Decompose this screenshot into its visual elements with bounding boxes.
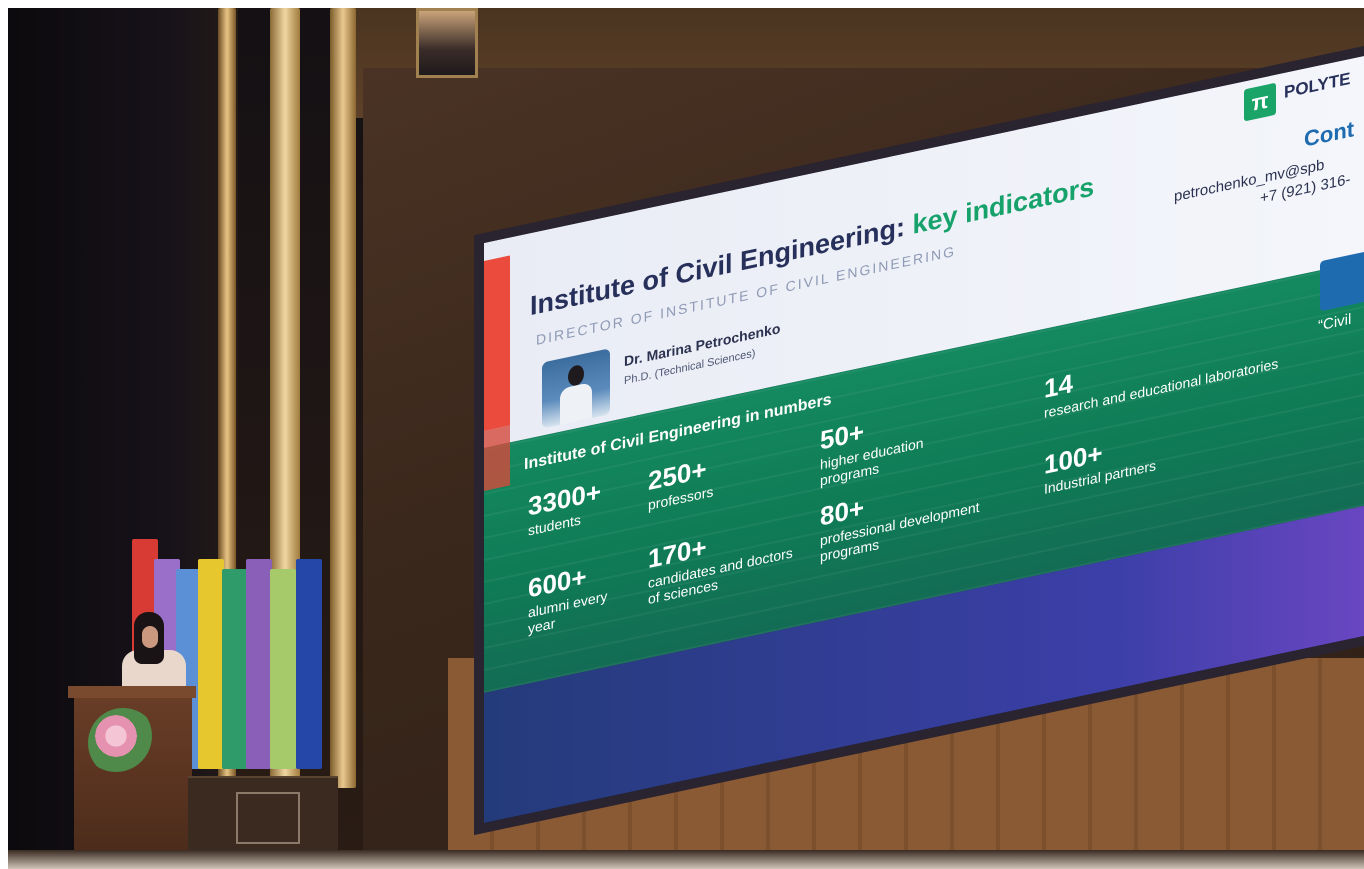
- stage-floor: [8, 850, 1364, 869]
- wall-portrait: [416, 8, 478, 78]
- flag-violet: [246, 559, 272, 769]
- conference-photo: Institute of Civil Engineering: key indi…: [8, 8, 1364, 869]
- director-blouse: [560, 382, 592, 425]
- flag-green: [222, 569, 248, 769]
- flag-navy: [296, 559, 322, 769]
- podium-top: [68, 686, 196, 698]
- red-accent-bar: [484, 425, 510, 491]
- stage-box-ornament: [236, 792, 300, 844]
- flag-light-green: [270, 569, 296, 769]
- polytech-logo-icon: π: [1244, 82, 1276, 122]
- gold-pillar: [330, 8, 356, 788]
- flag-yellow: [198, 559, 224, 769]
- red-accent-bar: [484, 255, 510, 431]
- speaker-face: [142, 626, 158, 648]
- flower-bouquet: [88, 708, 158, 778]
